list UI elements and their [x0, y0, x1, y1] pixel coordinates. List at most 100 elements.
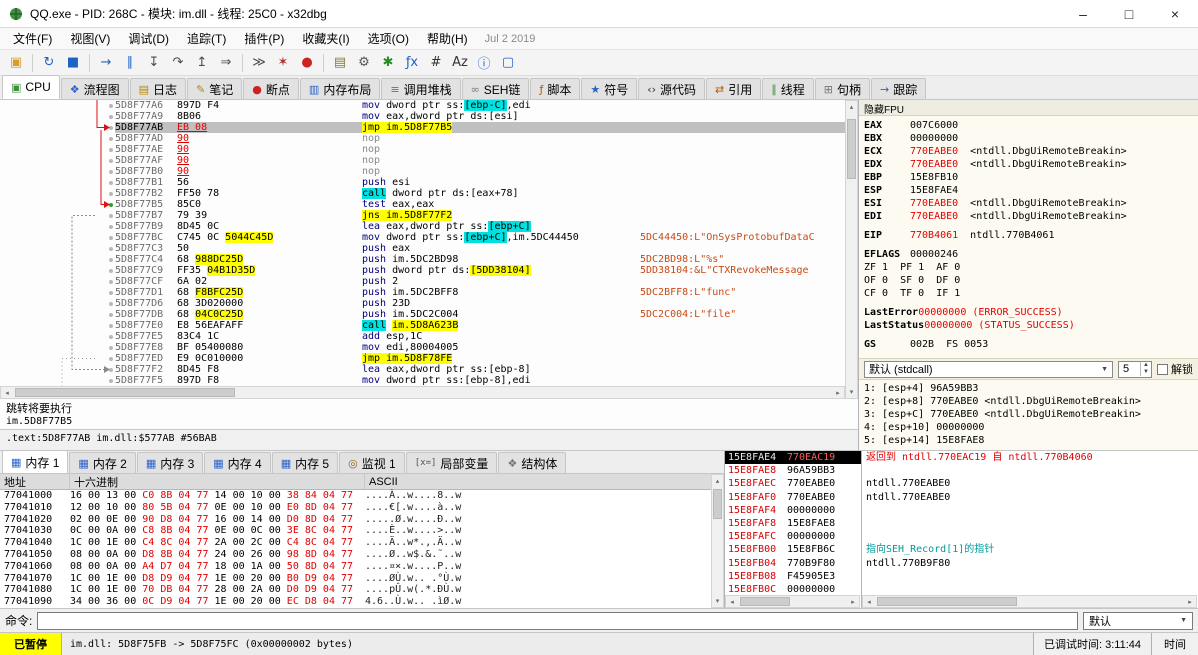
- scroll-right-icon[interactable]: ▸: [1184, 596, 1196, 607]
- register-row[interactable]: ESP 15E8FAE4: [864, 184, 1193, 197]
- register-row[interactable]: ESI 770EABE0 <ntdll.DbgUiRemoteBreakin>: [864, 197, 1193, 210]
- register-row[interactable]: EBP 15E8FB10: [864, 171, 1193, 184]
- comments-horizontal-scrollbar[interactable]: ◂ ▸: [862, 595, 1197, 608]
- close-button[interactable]: ×: [1152, 0, 1198, 27]
- disasm-row[interactable]: 5D8F77B9 8D45 0C lea eax,dword ptr ss:[ebp…: [0, 221, 845, 232]
- tab-trace[interactable]: → 跟踪: [871, 78, 927, 99]
- disasm-row[interactable]: 5D8F77C4 68 988DC25D push im.5DC2BD98 5DC2B…: [0, 254, 845, 265]
- tab-source[interactable]: ‹› 源代码: [638, 78, 706, 99]
- scroll-thumb[interactable]: [847, 119, 856, 179]
- stack-panel[interactable]: 15E8FAE4 770EAC19 15E8FAE8 96A59BB3 15E8FAEC…: [724, 450, 861, 608]
- scroll-right-icon[interactable]: ▸: [832, 387, 844, 398]
- argument-depth-stepper[interactable]: 5 ▲ ▼: [1118, 360, 1152, 378]
- tab-dump-4[interactable]: ▦ 内存 4: [204, 452, 271, 473]
- help-icon[interactable]: ⓘ: [472, 52, 496, 74]
- menu-item-4[interactable]: 追踪(T): [178, 28, 235, 49]
- scroll-thumb[interactable]: [877, 597, 1017, 606]
- stack-comment-row[interactable]: 返回到 ntdll.770EAC19 自 ntdll.770B4060: [862, 451, 1198, 464]
- dump-row[interactable]: 77041070 1C 00 1E 00 D8 D9 04 77 1E 00 20…: [0, 573, 724, 585]
- scroll-left-icon[interactable]: ◂: [863, 596, 875, 607]
- stack-horizontal-scrollbar[interactable]: ◂ ▸: [725, 595, 860, 608]
- tab-struct[interactable]: ❖ 结构体: [498, 452, 567, 473]
- tab-graph[interactable]: ❖ 流程图: [60, 78, 129, 99]
- settings-icon[interactable]: ⚙: [352, 52, 376, 74]
- disassembly-panel[interactable]: 5D8F77A6 897D F4 mov dword ptr ss:[ebp-C],…: [0, 100, 845, 386]
- dump-vertical-scrollbar[interactable]: ▴ ▾: [711, 474, 724, 608]
- step-over-icon[interactable]: ↷: [166, 52, 190, 74]
- attach-icon[interactable]: ▢: [496, 52, 520, 74]
- dump-row[interactable]: 77041010 12 00 10 00 80 5B 04 77 0E 00 10…: [0, 502, 724, 514]
- disasm-row[interactable]: 5D8F77C9 FF35 04B1D35D push dword ptr ds:[…: [0, 265, 845, 276]
- scroll-left-icon[interactable]: ◂: [726, 596, 738, 607]
- open-file-icon[interactable]: ▣: [4, 52, 28, 74]
- stack-comment-row[interactable]: ntdll.770EABE0: [862, 477, 1198, 490]
- tab-handles[interactable]: ⊞ 句柄: [814, 78, 871, 99]
- trace-icon[interactable]: ✶: [271, 52, 295, 74]
- flags-row[interactable]: CF 0 TF 0 IF 1: [864, 287, 1193, 300]
- scroll-left-icon[interactable]: ◂: [1, 387, 13, 398]
- scroll-thumb[interactable]: [15, 388, 235, 397]
- menu-item-2[interactable]: 视图(V): [61, 28, 119, 49]
- step-into-icon[interactable]: ↧: [142, 52, 166, 74]
- disasm-row[interactable]: 5D8F77A9 8B06 mov eax,dword ptr ds:[esi]: [0, 111, 845, 122]
- disasm-row[interactable]: 5D8F77B5 85C0 test eax,eax: [0, 199, 845, 210]
- register-row[interactable]: EFLAGS 00000246: [864, 248, 1193, 261]
- stack-row[interactable]: 15E8FAF4 00000000: [725, 504, 861, 517]
- stack-row[interactable]: 15E8FB08 F45905E3: [725, 570, 861, 583]
- restart-icon[interactable]: ↻: [37, 52, 61, 74]
- stack-row[interactable]: 15E8FAFC 00000000: [725, 530, 861, 543]
- dump-row[interactable]: 77041030 0C 00 0A 00 C8 8B 04 77 0E 00 0C…: [0, 525, 724, 537]
- tab-dump-2[interactable]: ▦ 内存 2: [69, 452, 136, 473]
- register-row[interactable]: ECX 770EABE0 <ntdll.DbgUiRemoteBreakin>: [864, 145, 1193, 158]
- tab-log[interactable]: ▤ 日志: [129, 78, 187, 99]
- calling-convention-select[interactable]: 默认 (stdcall) ▼: [864, 360, 1113, 378]
- stack-row[interactable]: 15E8FB04 770B9F80: [725, 557, 861, 570]
- dump-row[interactable]: 77041080 1C 00 1E 00 70 DB 04 77 28 00 2A…: [0, 584, 724, 596]
- stack-row[interactable]: 15E8FAE8 96A59BB3: [725, 464, 861, 477]
- disasm-row[interactable]: 5D8F77AB EB 08 jmp im.5D8F77B5: [0, 122, 845, 133]
- disasm-row[interactable]: 5D8F77D6 68 3D020000 push 23D: [0, 298, 845, 309]
- minimize-button[interactable]: –: [1060, 0, 1106, 27]
- stack-argument-row[interactable]: 4: [esp+10] 00000000: [864, 421, 1193, 434]
- scroll-thumb[interactable]: [713, 489, 722, 519]
- command-input[interactable]: [37, 611, 1078, 630]
- stack-arguments-list[interactable]: 1: [esp+4] 96A59BB3 2: [esp+8] 770EABE0 <…: [859, 380, 1198, 450]
- stack-argument-row[interactable]: 3: [esp+C] 770EABE0 <ntdll.DbgUiRemoteBr…: [864, 408, 1193, 421]
- disasm-row[interactable]: 5D8F77ED E9 0C010000 jmp im.5D8F78FE: [0, 353, 845, 364]
- run-icon[interactable]: →: [94, 52, 118, 74]
- scroll-thumb[interactable]: [740, 597, 790, 606]
- stack-row[interactable]: 15E8FAF8 15E8FAE8: [725, 517, 861, 530]
- checkbox-icon[interactable]: [1157, 363, 1168, 375]
- menu-item-1[interactable]: 文件(F): [4, 28, 61, 49]
- disasm-row[interactable]: 5D8F77BC C745 0C 5044C45D mov dword ptr ss…: [0, 232, 845, 243]
- disasm-row[interactable]: 5D8F77F5 897D F8 mov dword ptr ss:[ebp-8],…: [0, 375, 845, 386]
- menu-item-3[interactable]: 调试(D): [119, 28, 178, 49]
- dump-row[interactable]: 77041020 02 00 0E 00 90 D8 04 77 16 00 14…: [0, 514, 724, 526]
- stack-argument-row[interactable]: 5: [esp+14] 15E8FAE8: [864, 434, 1193, 447]
- tab-references[interactable]: ⇄ 引用: [706, 78, 762, 99]
- register-row[interactable]: LastStatus00000000 (STATUS_SUCCESS): [864, 319, 1193, 332]
- script-fx-icon[interactable]: ƒx: [400, 52, 424, 74]
- disasm-row[interactable]: 5D8F77B2 FF50 78 call dword ptr ds:[eax+78…: [0, 188, 845, 199]
- stack-argument-row[interactable]: 2: [esp+8] 770EABE0 <ntdll.DbgUiRemoteBr…: [864, 395, 1193, 408]
- tab-dump-5[interactable]: ▦ 内存 5: [271, 452, 339, 473]
- flags-row[interactable]: ZF 1 PF 1 AF 0: [864, 261, 1193, 274]
- stop-icon[interactable]: ■: [61, 52, 85, 74]
- tab-dump-3[interactable]: ▦ 内存 3: [136, 452, 204, 473]
- stack-comment-row[interactable]: ntdll.770B9F80: [862, 557, 1198, 570]
- disasm-row[interactable]: 5D8F77DB 68 04C0C25D push im.5DC2C004 5DC2C…: [0, 309, 845, 320]
- menu-item-7[interactable]: 选项(O): [359, 28, 418, 49]
- flags-row[interactable]: OF 0 SF 0 DF 0: [864, 274, 1193, 287]
- tab-threads[interactable]: ∥ 线程: [762, 78, 814, 99]
- log-icon[interactable]: ▤: [328, 52, 352, 74]
- register-row[interactable]: EDI 770EABE0 <ntdll.DbgUiRemoteBreakin>: [864, 210, 1193, 223]
- disasm-row[interactable]: 5D8F77AF 90 nop: [0, 155, 845, 166]
- stack-comment-row[interactable]: ntdll.770EABE0: [862, 491, 1198, 504]
- disasm-row[interactable]: 5D8F77B0 90 nop: [0, 166, 845, 177]
- stack-comment-row[interactable]: [862, 570, 1198, 583]
- disasm-row[interactable]: 5D8F77D1 68 F8BFC25D push im.5DC2BFF8 5DC2B…: [0, 287, 845, 298]
- stack-comment-row[interactable]: 指向SEH_Record[1]的指针: [862, 543, 1198, 556]
- font-icon[interactable]: Az: [448, 52, 472, 74]
- menu-item-8[interactable]: 帮助(H): [418, 28, 477, 49]
- register-row[interactable]: LastError00000000 (ERROR_SUCCESS): [864, 306, 1193, 319]
